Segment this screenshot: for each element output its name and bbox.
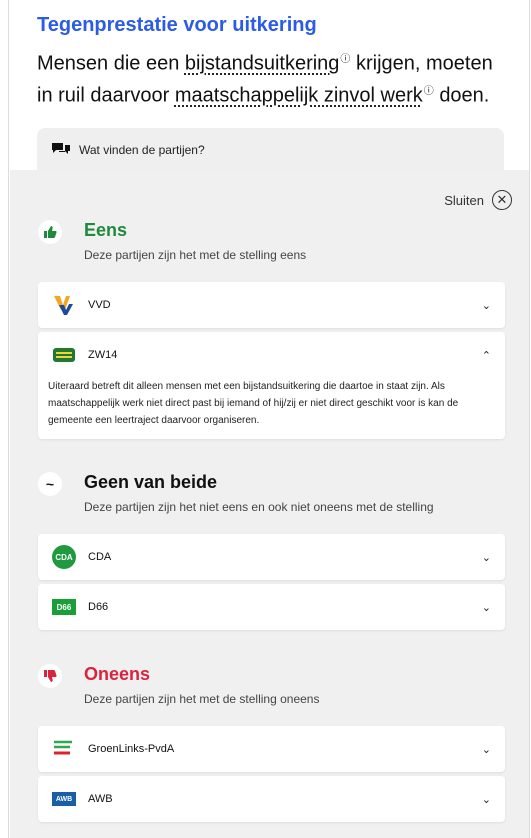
group-disagree-header (38, 664, 62, 688)
party-name: GroenLinks-PvdA (88, 743, 175, 755)
party-card-d66[interactable]: D66 D66 ⌄ (38, 584, 505, 630)
group-neutral-title: Geen van beide (84, 472, 218, 492)
d66-logo: D66 (52, 599, 76, 615)
party-card-groenlinks-pvda[interactable]: GroenLinks-PvdA ⌄ (38, 726, 505, 772)
party-card-zw14[interactable]: ZW14 ⌃ Uiteraard betreft dit alleen mens… (38, 332, 505, 439)
close-button[interactable]: Sluiten ✕ (444, 190, 512, 210)
group-neutral-subtitle: Deze partijen zijn het niet eens en ook … (84, 500, 434, 514)
party-name: D66 (88, 601, 109, 613)
party-name: CDA (88, 551, 112, 563)
close-icon: ✕ (492, 190, 512, 210)
party-name: AWB (88, 793, 113, 805)
group-disagree-subtitle: Deze partijen zijn het met de stelling o… (84, 692, 320, 706)
term-bijstandsuitkering[interactable]: bijstandsuitkering (185, 53, 340, 75)
chevron-up-icon[interactable]: ⌃ (482, 349, 491, 362)
close-label: Sluiten (444, 192, 484, 208)
party-card-awb[interactable]: AWB AWB ⌄ (38, 776, 505, 822)
statement-part-1: Mensen die een (37, 52, 180, 75)
party-explanation: Uiteraard betreft dit alleen mensen met … (48, 381, 459, 426)
page-frame: Tegenprestatie voor uitkering Mensen die… (8, 0, 530, 838)
party-card-cda[interactable]: CDA CDA ⌄ (38, 534, 505, 580)
topic-kicker: Tegenprestatie voor uitkering (37, 14, 317, 36)
chat-bubbles-icon (52, 143, 70, 154)
groenlinks-pvda-logo (52, 737, 76, 761)
tab-label: Wat vinden de partijen? (79, 143, 205, 157)
statement-part-3: doen. (439, 84, 490, 107)
zw14-logo (52, 343, 76, 367)
info-icon[interactable]: ⓘ (340, 54, 350, 65)
party-card-vvd[interactable]: VVD ⌄ (38, 282, 505, 328)
statement-text: Mensen die een bijstandsuitkeringⓘ krijg… (37, 46, 507, 109)
group-agree-header (38, 220, 62, 244)
vvd-logo (52, 293, 76, 317)
group-disagree-title: Oneens (84, 664, 151, 684)
cda-logo: CDA (52, 545, 76, 569)
term-maatschappelijk-zinvol-werk[interactable]: maatschappelijk zinvol werk (175, 84, 423, 106)
tilde-icon: ~ (38, 472, 62, 496)
group-agree-title: Eens (84, 220, 128, 240)
awb-logo: AWB (52, 792, 76, 806)
group-neutral-header: ~ (38, 472, 62, 496)
thumbs-up-icon (38, 220, 62, 244)
tab-parties-opinion[interactable]: Wat vinden de partijen? (37, 128, 504, 172)
info-icon[interactable]: ⓘ (424, 86, 434, 97)
parties-panel: Sluiten ✕ Eens Deze partijen zijn het me… (10, 170, 529, 838)
thumbs-down-icon (38, 664, 62, 688)
chevron-down-icon[interactable]: ⌄ (482, 299, 491, 312)
chevron-down-icon[interactable]: ⌄ (482, 551, 491, 564)
chevron-down-icon[interactable]: ⌄ (482, 601, 491, 614)
group-agree-subtitle: Deze partijen zijn het met de stelling e… (84, 248, 307, 262)
chevron-down-icon[interactable]: ⌄ (482, 793, 491, 806)
chevron-down-icon[interactable]: ⌄ (482, 743, 491, 756)
party-name: ZW14 (88, 349, 118, 361)
party-name: VVD (88, 299, 111, 311)
